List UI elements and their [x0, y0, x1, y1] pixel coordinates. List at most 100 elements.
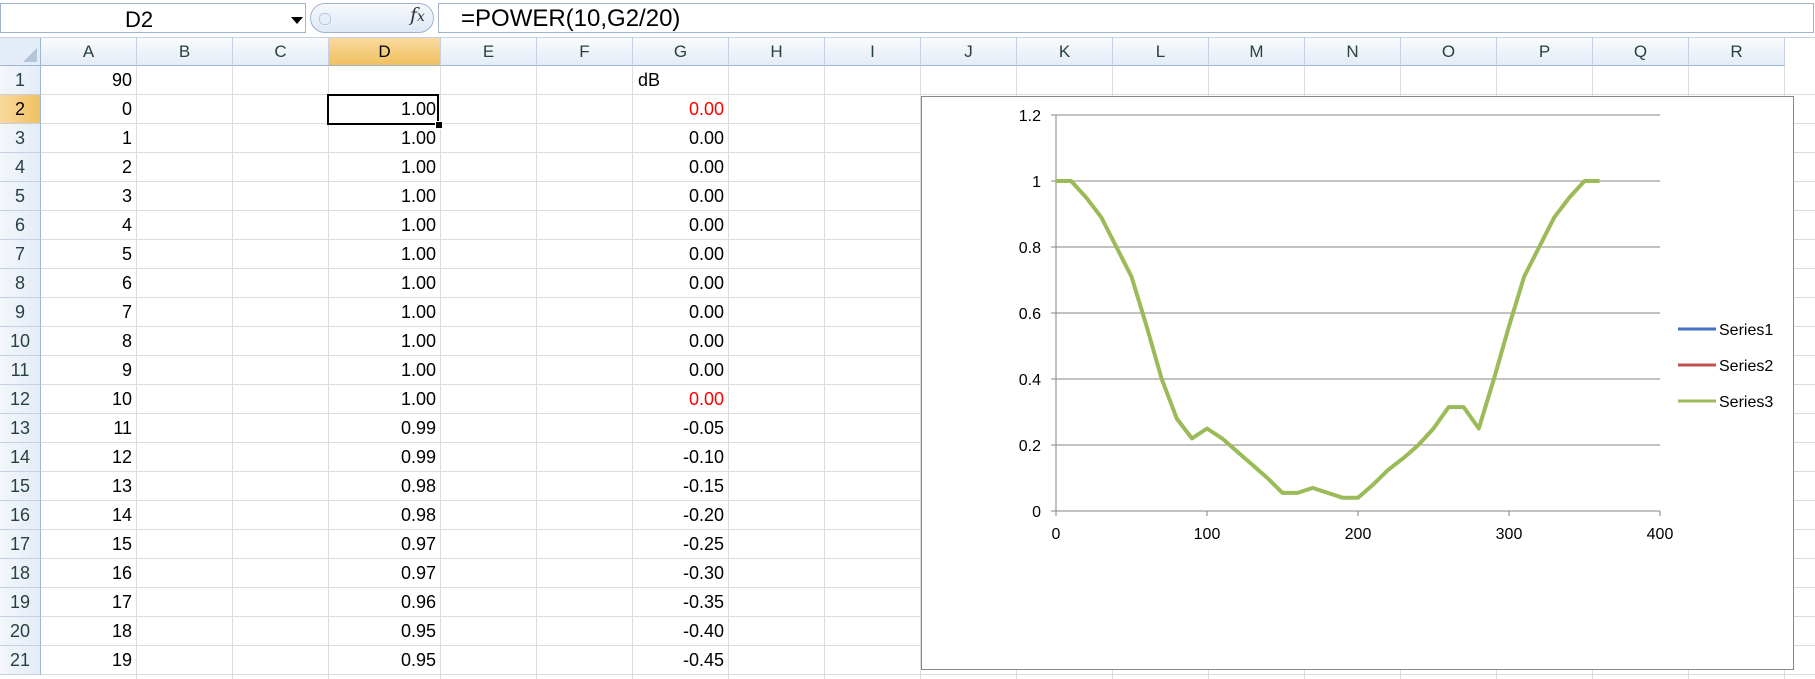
chart-area[interactable]: 0 0.2 0.4 0.6 0.8 1 1.2 0 100 200 300 400 Series1 Ser…: [921, 96, 1794, 670]
cell-a4[interactable]: 2: [41, 153, 137, 182]
column-header-m[interactable]: M: [1209, 38, 1305, 66]
name-box[interactable]: D2: [0, 3, 306, 33]
cell-a13[interactable]: 11: [41, 414, 137, 443]
splitter-handle-icon[interactable]: [319, 13, 331, 25]
row-header-9[interactable]: 9: [0, 298, 41, 327]
row-header-1[interactable]: 1: [0, 66, 41, 95]
column-header-l[interactable]: L: [1113, 38, 1209, 66]
cell-a9[interactable]: 7: [41, 298, 137, 327]
cell-g12[interactable]: 0.00: [633, 385, 729, 414]
cell-d18[interactable]: 0.97: [329, 559, 441, 588]
row-header-7[interactable]: 7: [0, 240, 41, 269]
column-header-g[interactable]: G: [633, 38, 729, 66]
cell-g2[interactable]: 0.00: [633, 95, 729, 124]
cell-a1[interactable]: 90: [41, 66, 137, 95]
formula-input[interactable]: =POWER(10,G2/20): [438, 3, 1814, 33]
row-header-8[interactable]: 8: [0, 269, 41, 298]
cell-g11[interactable]: 0.00: [633, 356, 729, 385]
cell-d7[interactable]: 1.00: [329, 240, 441, 269]
cell-d12[interactable]: 1.00: [329, 385, 441, 414]
cell-d15[interactable]: 0.98: [329, 472, 441, 501]
cell-g13[interactable]: -0.05: [633, 414, 729, 443]
cell-a10[interactable]: 8: [41, 327, 137, 356]
cell-g9[interactable]: 0.00: [633, 298, 729, 327]
cell-d9[interactable]: 1.00: [329, 298, 441, 327]
cell-a3[interactable]: 1: [41, 124, 137, 153]
cell-a19[interactable]: 17: [41, 588, 137, 617]
cell-g8[interactable]: 0.00: [633, 269, 729, 298]
cell-a14[interactable]: 12: [41, 443, 137, 472]
row-header-10[interactable]: 10: [0, 327, 41, 356]
cell-d8[interactable]: 1.00: [329, 269, 441, 298]
cell-g14[interactable]: -0.10: [633, 443, 729, 472]
cell-a18[interactable]: 16: [41, 559, 137, 588]
row-header-17[interactable]: 17: [0, 530, 41, 559]
row-header-3[interactable]: 3: [0, 124, 41, 153]
cell-a17[interactable]: 15: [41, 530, 137, 559]
chevron-down-icon[interactable]: [291, 17, 303, 24]
column-header-p[interactable]: P: [1497, 38, 1593, 66]
cell-d11[interactable]: 1.00: [329, 356, 441, 385]
cell-g20[interactable]: -0.40: [633, 617, 729, 646]
column-header-i[interactable]: I: [825, 38, 921, 66]
row-header-12[interactable]: 12: [0, 385, 41, 414]
cell-d19[interactable]: 0.96: [329, 588, 441, 617]
row-header-2[interactable]: 2: [0, 95, 41, 124]
column-header-o[interactable]: O: [1401, 38, 1497, 66]
cell-a15[interactable]: 13: [41, 472, 137, 501]
cell-a7[interactable]: 5: [41, 240, 137, 269]
row-header-13[interactable]: 13: [0, 414, 41, 443]
column-header-j[interactable]: J: [921, 38, 1017, 66]
row-header-20[interactable]: 20: [0, 617, 41, 646]
column-header-b[interactable]: B: [137, 38, 233, 66]
column-header-e[interactable]: E: [441, 38, 537, 66]
cell-a5[interactable]: 3: [41, 182, 137, 211]
row-header-16[interactable]: 16: [0, 501, 41, 530]
cell-g16[interactable]: -0.20: [633, 501, 729, 530]
row-header-18[interactable]: 18: [0, 559, 41, 588]
cell-a21[interactable]: 19: [41, 646, 137, 675]
cell-g18[interactable]: -0.30: [633, 559, 729, 588]
cell-a2[interactable]: 0: [41, 95, 137, 124]
column-header-n[interactable]: N: [1305, 38, 1401, 66]
cell-a20[interactable]: 18: [41, 617, 137, 646]
column-header-a[interactable]: A: [41, 38, 137, 66]
cell-a11[interactable]: 9: [41, 356, 137, 385]
fill-handle[interactable]: [435, 121, 443, 129]
cell-g21[interactable]: -0.45: [633, 646, 729, 675]
cell-d5[interactable]: 1.00: [329, 182, 441, 211]
column-header-r[interactable]: R: [1689, 38, 1785, 66]
cell-d17[interactable]: 0.97: [329, 530, 441, 559]
cell-d10[interactable]: 1.00: [329, 327, 441, 356]
cell-d20[interactable]: 0.95: [329, 617, 441, 646]
cell-a8[interactable]: 6: [41, 269, 137, 298]
cell-g3[interactable]: 0.00: [633, 124, 729, 153]
cell-d14[interactable]: 0.99: [329, 443, 441, 472]
column-header-d[interactable]: D: [329, 38, 441, 66]
cell-a12[interactable]: 10: [41, 385, 137, 414]
cell-a6[interactable]: 4: [41, 211, 137, 240]
cell-d13[interactable]: 0.99: [329, 414, 441, 443]
cell-g7[interactable]: 0.00: [633, 240, 729, 269]
cell-g17[interactable]: -0.25: [633, 530, 729, 559]
column-header-f[interactable]: F: [537, 38, 633, 66]
row-header-11[interactable]: 11: [0, 356, 41, 385]
row-header-21[interactable]: 21: [0, 646, 41, 675]
cell-g5[interactable]: 0.00: [633, 182, 729, 211]
cell-g10[interactable]: 0.00: [633, 327, 729, 356]
column-header-q[interactable]: Q: [1593, 38, 1689, 66]
cell-g1[interactable]: dB: [633, 66, 729, 95]
row-header-14[interactable]: 14: [0, 443, 41, 472]
cell-d4[interactable]: 1.00: [329, 153, 441, 182]
row-header-5[interactable]: 5: [0, 182, 41, 211]
column-header-c[interactable]: C: [233, 38, 329, 66]
column-header-k[interactable]: K: [1017, 38, 1113, 66]
cell-d16[interactable]: 0.98: [329, 501, 441, 530]
column-header-h[interactable]: H: [729, 38, 825, 66]
select-all-button[interactable]: [0, 38, 41, 66]
cell-d21[interactable]: 0.95: [329, 646, 441, 675]
insert-function-icon[interactable]: fx: [410, 4, 425, 26]
cell-g15[interactable]: -0.15: [633, 472, 729, 501]
cell-a16[interactable]: 14: [41, 501, 137, 530]
row-header-19[interactable]: 19: [0, 588, 41, 617]
